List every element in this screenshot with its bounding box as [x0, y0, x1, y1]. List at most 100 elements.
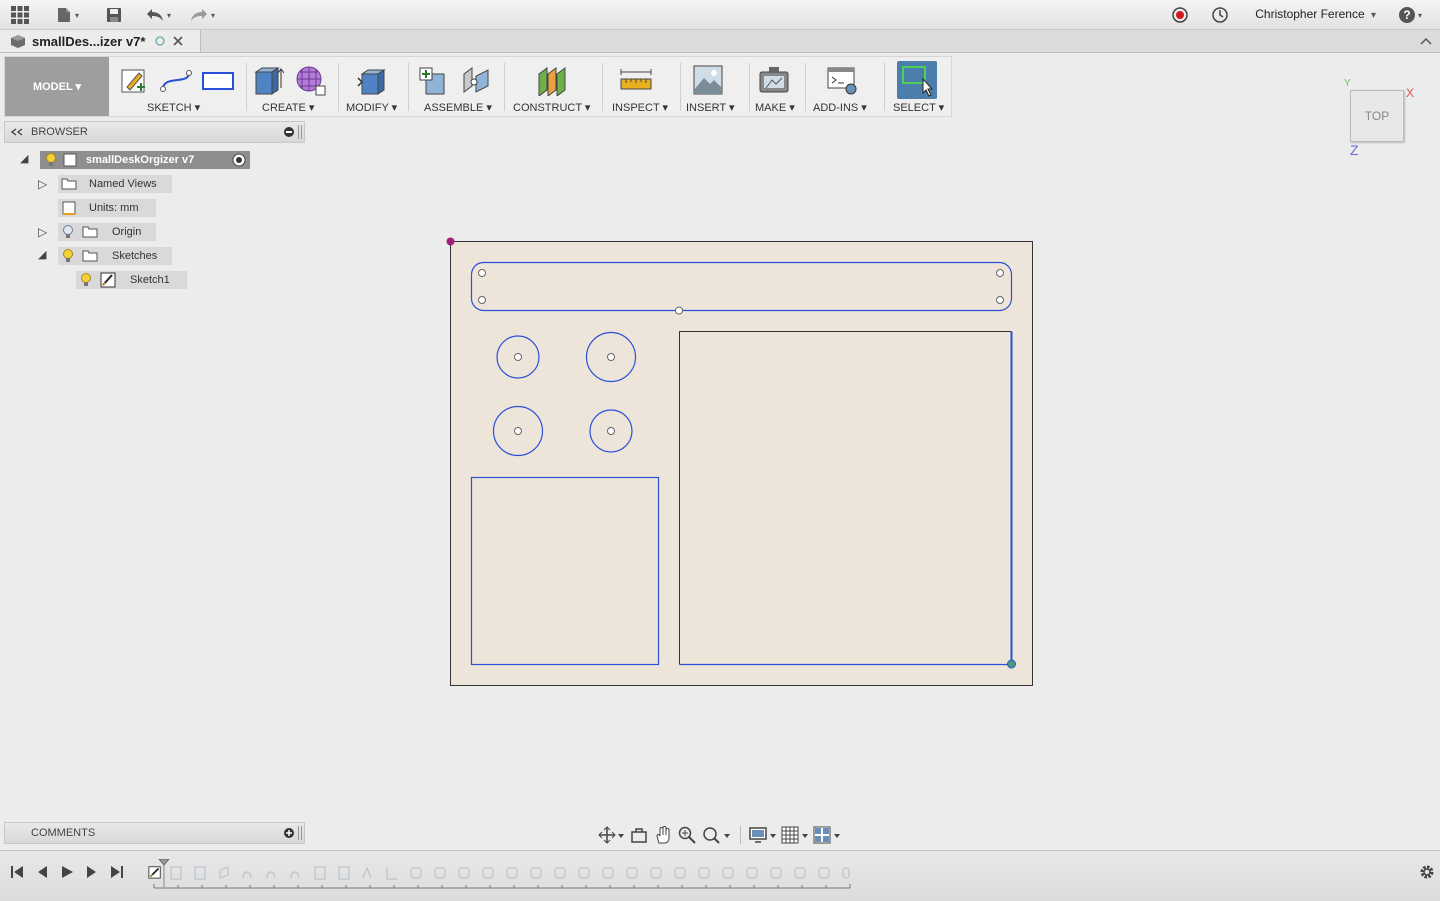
- select-button[interactable]: [897, 61, 937, 99]
- step-back-icon: [38, 866, 47, 878]
- save-button[interactable]: [106, 5, 122, 25]
- navbar-separator: [740, 826, 741, 844]
- timeline-track[interactable]: [148, 859, 852, 891]
- zoom-icon[interactable]: [678, 826, 696, 844]
- create-group-label[interactable]: CREATE ▾: [262, 101, 314, 114]
- sketch-rectangle-button[interactable]: [201, 63, 235, 97]
- visibility-bulb-icon[interactable]: [62, 249, 74, 263]
- browser-minimize-icon[interactable]: [284, 127, 294, 137]
- visibility-bulb-off-icon[interactable]: [62, 225, 74, 239]
- close-tab-icon[interactable]: [173, 36, 184, 46]
- record-button[interactable]: [1171, 5, 1189, 25]
- 3d-print-button[interactable]: [757, 63, 791, 97]
- sketch-center-point[interactable]: [607, 427, 615, 435]
- orbit-icon[interactable]: [598, 826, 624, 844]
- sketch-line-button[interactable]: [159, 63, 193, 97]
- sketch-point[interactable]: [996, 296, 1004, 304]
- browser-item-sketch1[interactable]: Sketch1: [76, 271, 187, 289]
- redo-button[interactable]: ▾: [190, 5, 215, 25]
- user-account-menu[interactable]: Christopher Ference ▾: [1255, 7, 1376, 21]
- origin-expand-triangle[interactable]: ▷: [38, 225, 47, 239]
- construct-group-label[interactable]: CONSTRUCT ▾: [513, 101, 590, 114]
- visibility-bulb-icon[interactable]: [80, 273, 92, 287]
- rectangle-icon: [202, 72, 234, 90]
- root-expanded-triangle[interactable]: ◢: [20, 152, 28, 165]
- viewports-icon[interactable]: [813, 826, 841, 844]
- modify-group-label[interactable]: MODIFY ▾: [346, 101, 397, 114]
- record-icon: [1172, 7, 1188, 23]
- offset-plane-button[interactable]: [535, 63, 569, 97]
- browser-resize-handle[interactable]: [298, 125, 302, 139]
- help-caret: ▾: [1418, 10, 1423, 20]
- create-sketch-button[interactable]: [117, 63, 151, 97]
- insert-group-label[interactable]: INSERT ▾: [686, 101, 735, 114]
- job-status-button[interactable]: [1211, 5, 1229, 25]
- sketch-center-point[interactable]: [514, 353, 522, 361]
- collapse-toolbar-icon[interactable]: [1420, 37, 1432, 45]
- document-tab[interactable]: smallDes...izer v7*: [0, 30, 201, 52]
- timeline-go-start-button[interactable]: [9, 864, 25, 880]
- app-grid-icon[interactable]: [11, 5, 29, 25]
- browser-root-node[interactable]: smallDeskOrgizer v7: [40, 151, 250, 169]
- make-group-label[interactable]: MAKE ▾: [755, 101, 795, 114]
- sketch-corner-point[interactable]: [1007, 659, 1016, 669]
- timeline-marker[interactable]: [158, 859, 170, 889]
- display-settings-icon[interactable]: [749, 826, 777, 844]
- create-form-button[interactable]: [293, 63, 327, 97]
- browser-item-sketches[interactable]: Sketches: [58, 247, 172, 265]
- file-menu-button[interactable]: ▾: [56, 5, 79, 25]
- browser-item-units[interactable]: Units: mm: [58, 199, 156, 217]
- sketch-point[interactable]: [478, 269, 486, 277]
- collapse-browser-icon[interactable]: [11, 128, 23, 136]
- pan-hand-icon[interactable]: [654, 826, 672, 844]
- sketches-expanded-triangle[interactable]: ◢: [38, 248, 46, 261]
- assemble-group-label[interactable]: ASSEMBLE ▾: [424, 101, 492, 114]
- timeline-step-back-button[interactable]: [34, 864, 50, 880]
- insert-canvas-button[interactable]: [691, 63, 725, 97]
- activate-radio-icon[interactable]: [232, 153, 246, 167]
- timeline-bar: [0, 850, 1440, 901]
- joint-button[interactable]: [459, 63, 493, 97]
- new-component-button[interactable]: [415, 63, 449, 97]
- visibility-bulb-icon[interactable]: [45, 153, 57, 167]
- look-at-icon[interactable]: [630, 826, 648, 844]
- sketch-group-label[interactable]: SKETCH ▾: [147, 101, 200, 114]
- sketch-center-point[interactable]: [514, 427, 522, 435]
- select-group-label[interactable]: SELECT ▾: [893, 101, 944, 114]
- add-comment-icon[interactable]: [284, 828, 294, 838]
- sketch-center-point[interactable]: [607, 353, 615, 361]
- insert-image-icon: [693, 65, 723, 95]
- browser-item-label: Origin: [112, 226, 142, 238]
- timeline-play-button[interactable]: [59, 864, 75, 880]
- view-cube-top-face[interactable]: TOP: [1350, 90, 1404, 142]
- workspace-switcher[interactable]: MODEL ▾: [5, 57, 109, 116]
- sketch-point[interactable]: [996, 269, 1004, 277]
- browser-item-named-views[interactable]: Named Views: [58, 175, 172, 193]
- extrude-button[interactable]: [251, 63, 285, 97]
- scripts-addins-button[interactable]: [825, 63, 859, 97]
- create-sketch-icon: [121, 69, 145, 93]
- timeline-go-end-button[interactable]: [109, 864, 125, 880]
- zoom-window-icon[interactable]: [702, 826, 732, 844]
- browser-item-origin[interactable]: Origin: [58, 223, 156, 241]
- help-icon: ?: [1399, 7, 1415, 23]
- comments-resize-handle[interactable]: [298, 826, 302, 840]
- timeline-settings-button[interactable]: [1419, 864, 1435, 880]
- toolbar-separator: [680, 63, 681, 111]
- press-pull-button[interactable]: [355, 63, 389, 97]
- browser-item-label: Named Views: [89, 178, 157, 190]
- named-views-expand-triangle[interactable]: ▷: [38, 177, 47, 191]
- view-cube[interactable]: TOP Y X Z: [1344, 78, 1414, 158]
- measure-button[interactable]: [619, 63, 653, 97]
- grid-settings-icon[interactable]: [781, 826, 809, 844]
- sketch-point[interactable]: [675, 306, 683, 315]
- timeline-step-forward-button[interactable]: [84, 864, 100, 880]
- save-icon: [107, 8, 121, 22]
- inspect-group-label[interactable]: INSPECT ▾: [612, 101, 668, 114]
- sketch-point[interactable]: [478, 296, 486, 304]
- addins-group-label[interactable]: ADD-INS ▾: [813, 101, 867, 114]
- sketch-origin-point[interactable]: [446, 237, 455, 246]
- undo-button[interactable]: ▾: [146, 5, 171, 25]
- help-button[interactable]: ? ▾: [1399, 5, 1422, 25]
- sketch-outer-profile[interactable]: [450, 241, 1033, 686]
